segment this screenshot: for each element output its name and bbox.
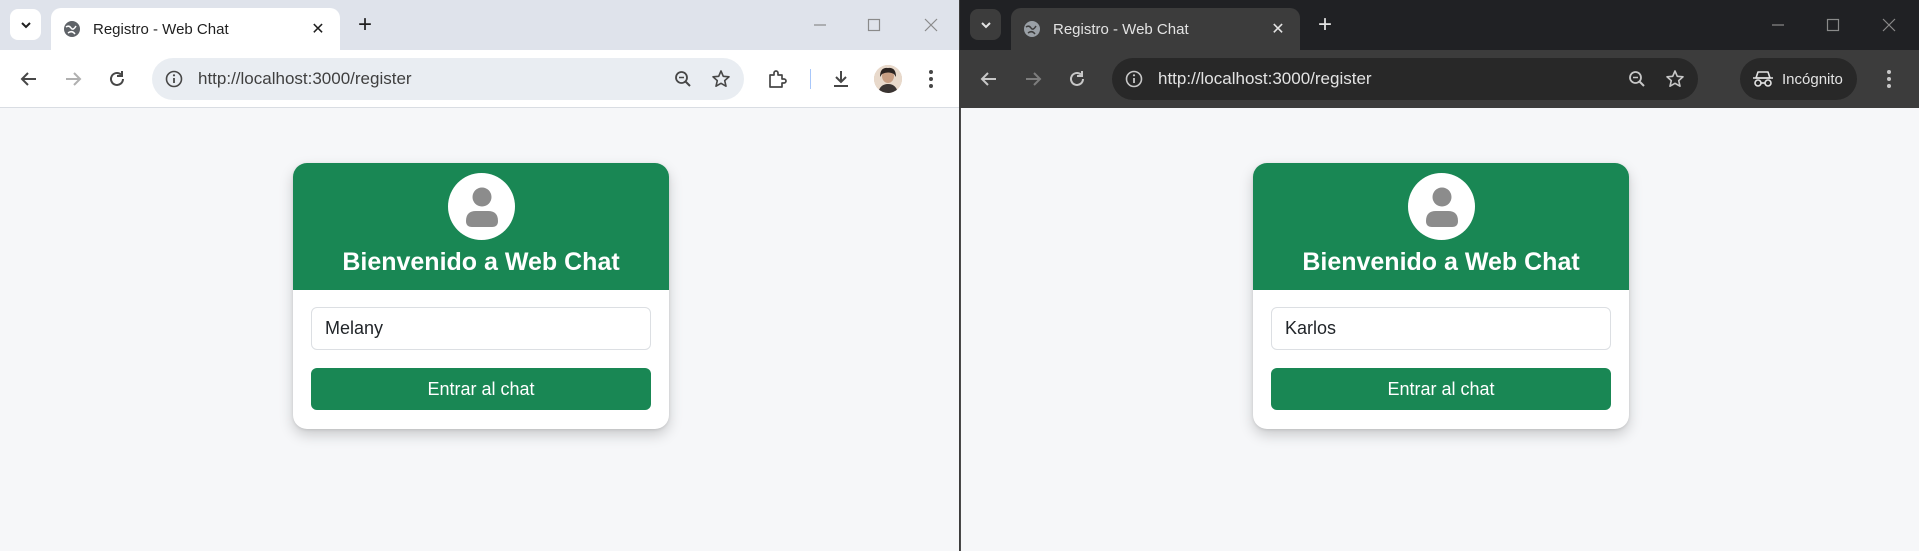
close-window-button[interactable] — [918, 12, 944, 38]
maximize-button[interactable] — [861, 12, 887, 38]
more-vert-icon — [929, 70, 933, 88]
site-info-icon[interactable] — [162, 67, 186, 91]
back-button[interactable] — [974, 64, 1004, 94]
tab-search-button[interactable] — [970, 9, 1001, 40]
arrow-left-icon — [980, 72, 996, 86]
username-input[interactable] — [311, 307, 651, 350]
chevron-down-icon — [20, 21, 31, 28]
tab-active[interactable]: Registro - Web Chat ✕ — [51, 8, 340, 50]
maximize-icon — [1826, 18, 1840, 32]
arrow-right-icon — [66, 72, 82, 86]
tab-title: Registro - Web Chat — [93, 20, 229, 38]
user-icon — [1408, 173, 1475, 240]
download-icon — [834, 71, 848, 87]
card-title: Bienvenido a Web Chat — [342, 248, 620, 276]
tab-strip: Registro - Web Chat ✕ + — [960, 0, 1919, 50]
incognito-badge[interactable]: Incógnito — [1740, 58, 1857, 100]
arrow-left-icon — [20, 72, 36, 86]
browser-window-left: Registro - Web Chat ✕ + http://localhost… — [0, 0, 959, 551]
menu-button[interactable] — [916, 64, 946, 94]
incognito-icon — [1753, 71, 1773, 87]
bookmark-star-icon[interactable] — [1660, 64, 1690, 94]
toolbar: http://localhost:3000/register Incógnito — [960, 50, 1919, 108]
tab-active[interactable]: Registro - Web Chat ✕ — [1011, 8, 1300, 50]
enter-chat-button[interactable]: Entrar al chat — [1271, 368, 1611, 410]
minimize-button[interactable] — [1765, 12, 1791, 38]
minimize-icon — [1772, 24, 1784, 26]
enter-chat-button[interactable]: Entrar al chat — [311, 368, 651, 410]
more-vert-icon — [1887, 70, 1891, 88]
url-text: http://localhost:3000/register — [1158, 69, 1372, 88]
zoom-icon[interactable] — [1622, 64, 1652, 94]
close-tab-icon[interactable]: ✕ — [308, 19, 328, 39]
minimize-button[interactable] — [807, 12, 833, 38]
card-header: Bienvenido a Web Chat — [293, 163, 669, 290]
extensions-button[interactable] — [762, 64, 792, 94]
new-tab-button[interactable]: + — [352, 11, 378, 38]
close-window-button[interactable] — [1876, 12, 1902, 38]
page-viewport: Bienvenido a Web Chat Entrar al chat — [960, 108, 1919, 551]
reload-icon — [1070, 71, 1084, 86]
page-viewport: Bienvenido a Web Chat Entrar al chat — [0, 108, 959, 551]
forward-button[interactable] — [1018, 64, 1048, 94]
register-card: Bienvenido a Web Chat Entrar al chat — [293, 163, 669, 429]
back-button[interactable] — [14, 64, 44, 94]
site-info-icon[interactable] — [1122, 67, 1146, 91]
tab-strip: Registro - Web Chat ✕ + — [0, 0, 959, 50]
profile-avatar[interactable] — [874, 65, 902, 93]
menu-button[interactable] — [1874, 64, 1904, 94]
card-title: Bienvenido a Web Chat — [1302, 248, 1580, 276]
incognito-label: Incógnito — [1782, 70, 1843, 88]
toolbar-divider — [810, 69, 811, 89]
username-input[interactable] — [1271, 307, 1611, 350]
close-tab-icon[interactable]: ✕ — [1268, 19, 1288, 39]
url-text: http://localhost:3000/register — [198, 69, 412, 88]
tab-search-button[interactable] — [10, 9, 41, 40]
address-bar[interactable]: http://localhost:3000/register — [152, 58, 744, 100]
close-icon — [1882, 18, 1896, 32]
new-tab-button[interactable]: + — [1312, 11, 1338, 38]
tab-title: Registro - Web Chat — [1053, 20, 1189, 38]
globe-icon — [1023, 20, 1041, 38]
downloads-button[interactable] — [826, 64, 856, 94]
toolbar: http://localhost:3000/register — [0, 50, 959, 108]
zoom-icon[interactable] — [668, 64, 698, 94]
bookmark-star-icon[interactable] — [706, 64, 736, 94]
arrow-right-icon — [1026, 72, 1042, 86]
reload-button[interactable] — [102, 64, 132, 94]
minimize-icon — [814, 24, 826, 26]
desktop: Registro - Web Chat ✕ + http://localhost… — [0, 0, 1919, 551]
maximize-icon — [867, 18, 881, 32]
globe-icon — [63, 20, 81, 38]
puzzle-icon — [769, 70, 787, 88]
close-icon — [924, 18, 938, 32]
chevron-down-icon — [980, 21, 991, 28]
reload-icon — [110, 71, 124, 86]
forward-button[interactable] — [58, 64, 88, 94]
browser-window-right: Registro - Web Chat ✕ + http://localhost… — [960, 0, 1919, 551]
maximize-button[interactable] — [1820, 12, 1846, 38]
card-header: Bienvenido a Web Chat — [1253, 163, 1629, 290]
address-bar[interactable]: http://localhost:3000/register — [1112, 58, 1698, 100]
register-card: Bienvenido a Web Chat Entrar al chat — [1253, 163, 1629, 429]
user-icon — [448, 173, 515, 240]
reload-button[interactable] — [1062, 64, 1092, 94]
